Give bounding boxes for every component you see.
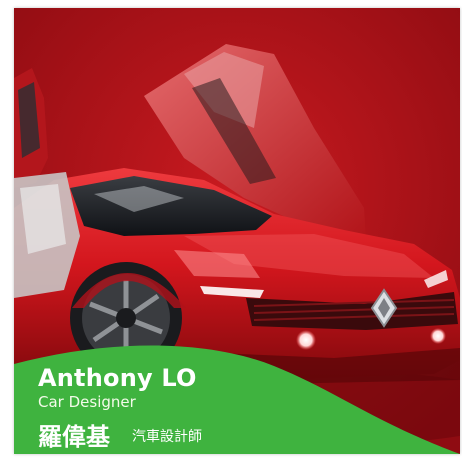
car-photo	[14, 8, 460, 454]
profile-card[interactable]: Anthony LO Car Designer 羅偉基 汽車設計師	[14, 8, 460, 454]
